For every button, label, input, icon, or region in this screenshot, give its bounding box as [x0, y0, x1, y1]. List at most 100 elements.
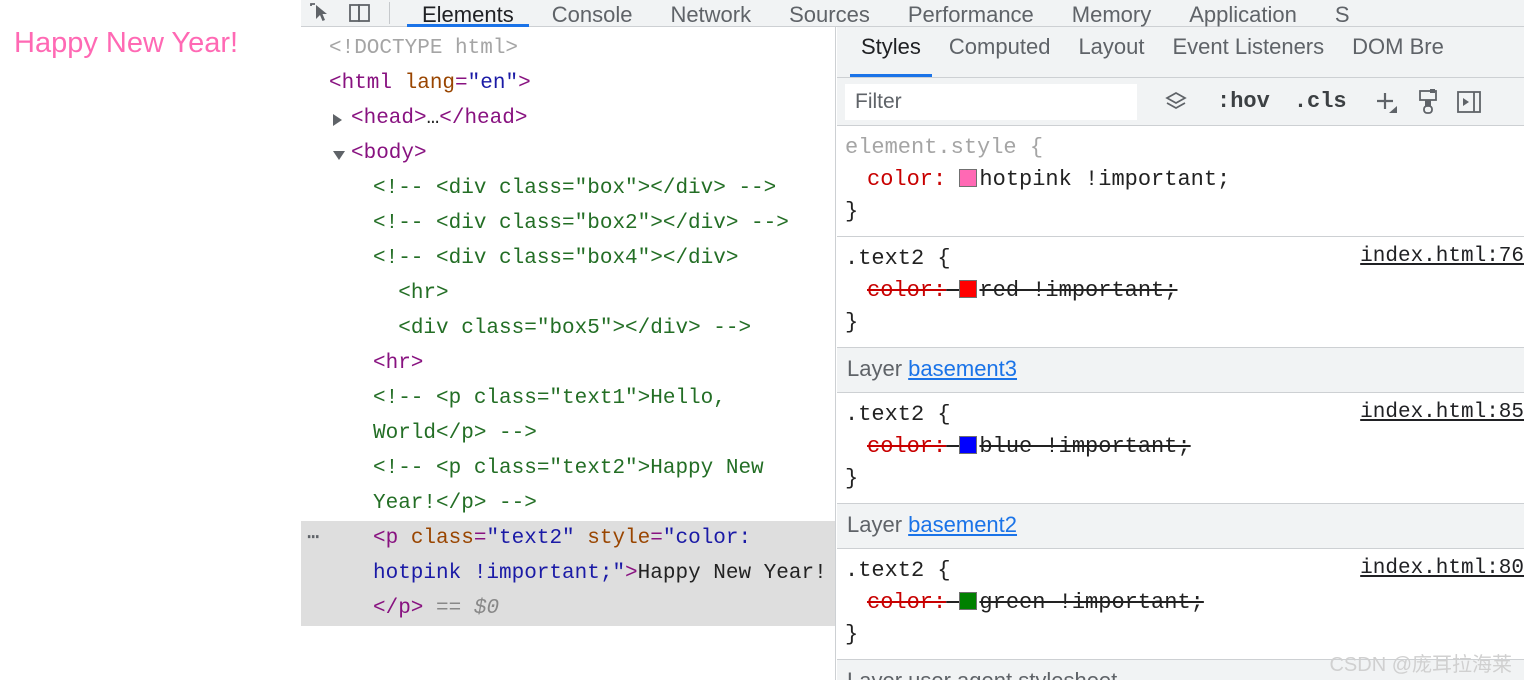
tab-sources[interactable]: Sources	[770, 0, 889, 27]
css-property-name: color:	[867, 590, 947, 615]
css-layer-row: Layer basement2	[837, 504, 1524, 549]
node-ellipsis-badge[interactable]: ⋯	[307, 521, 320, 556]
css-space	[946, 167, 959, 192]
layer-label: Layer user agent stylesheet	[847, 668, 1117, 680]
styles-pane: Styles Computed Layout Event Listeners D…	[837, 27, 1524, 680]
paintbrush-icon[interactable]	[1415, 84, 1441, 120]
tab-performance[interactable]: Performance	[889, 0, 1053, 27]
dom-node-selected[interactable]: ⋯ <p class="text2" style="color: hotpink …	[301, 521, 835, 626]
dom-node[interactable]: <!-- <p class="text2">Happy New Year!</p…	[301, 451, 835, 521]
css-rule-close-brace: }	[845, 622, 859, 647]
tab-layout[interactable]: Layout	[1064, 27, 1158, 77]
layer-label: Layer	[847, 512, 909, 537]
css-selector[interactable]: element.style {	[837, 132, 1524, 164]
tab-network[interactable]: Network	[651, 0, 770, 27]
dom-node[interactable]: <body>	[301, 136, 835, 171]
color-swatch[interactable]	[959, 592, 978, 610]
css-declaration[interactable]: color: hotpink !important;	[837, 164, 1524, 196]
styles-pane-tabs: Styles Computed Layout Event Listeners D…	[837, 27, 1524, 78]
dom-tree-list: <!DOCTYPE html> <html lang="en"> <head>…</…	[301, 27, 835, 626]
css-space	[946, 278, 959, 303]
dom-node[interactable]: <head>…</head>	[301, 101, 835, 136]
tab-computed[interactable]: Computed	[935, 27, 1065, 77]
css-property-name: color:	[867, 278, 947, 303]
devtools-screenshot: Happy New Year! Elements Console Network…	[0, 0, 1524, 680]
dom-node[interactable]: <!-- <p class="text1">Hello, World</p> -…	[301, 381, 835, 451]
dom-token-val: "text2"	[486, 527, 575, 550]
dom-token-tag: <p	[373, 527, 411, 550]
layer-link[interactable]: basement3	[908, 356, 1017, 381]
css-space	[946, 434, 959, 459]
dom-token-doctype: <!DOCTYPE html>	[329, 37, 519, 60]
page-viewport: Happy New Year!	[0, 0, 301, 680]
inspect-element-icon[interactable]	[307, 1, 333, 25]
dom-tree-pane[interactable]: <!DOCTYPE html> <html lang="en"> <head>…</…	[301, 27, 836, 680]
css-property-name: color:	[867, 167, 947, 192]
css-property-name: color:	[867, 434, 947, 459]
tab-styles[interactable]: Styles	[847, 27, 935, 77]
dom-token-tag: <hr>	[373, 352, 424, 375]
layers-icon[interactable]	[1163, 84, 1189, 120]
dom-node[interactable]: <html lang="en">	[301, 66, 835, 101]
css-property-value: green !important;	[979, 590, 1204, 615]
dom-token-tag: =	[650, 527, 663, 550]
devtools-panel: Elements Console Network Sources Perform…	[301, 0, 1524, 680]
page-heading-text: Happy New Year!	[14, 27, 239, 59]
tab-dom-breakpoints[interactable]: DOM Bre	[1338, 27, 1458, 77]
dom-token-tag: >	[625, 562, 638, 585]
css-origin-link[interactable]: index.html:85	[1360, 401, 1524, 424]
new-style-rule-button[interactable]	[1371, 84, 1401, 120]
dom-token-tag: <body>	[351, 142, 427, 165]
css-property-value: blue !important;	[979, 434, 1191, 459]
chevron-down-icon[interactable]	[333, 151, 345, 160]
tab-memory[interactable]: Memory	[1053, 0, 1170, 27]
color-swatch[interactable]	[959, 169, 978, 187]
css-declaration[interactable]: color: red !important;	[837, 275, 1524, 307]
dom-token-comment: <!-- <div class="box2"></div> -->	[373, 212, 789, 235]
tab-console[interactable]: Console	[533, 0, 652, 27]
css-origin-link[interactable]: index.html:76	[1360, 245, 1524, 268]
dom-token-tag	[575, 527, 588, 550]
styles-toolbar: :hov .cls	[837, 78, 1524, 126]
dom-token-eq: ==	[423, 597, 474, 620]
dom-token-tag: </p>	[373, 597, 424, 620]
chevron-right-icon[interactable]	[333, 114, 342, 126]
dom-node[interactable]: <hr>	[301, 346, 835, 381]
css-rule-block: .text2 {index.html:80 color: green !impor…	[837, 549, 1524, 660]
color-swatch[interactable]	[959, 436, 978, 454]
css-layer-row: Layer basement3	[837, 348, 1524, 393]
dom-token-text: …	[426, 107, 440, 130]
dom-node[interactable]: <!-- <div class="box"></div> -->	[301, 171, 835, 206]
dom-token-comment: <!-- <div class="box"></div> -->	[373, 177, 777, 200]
devtools-top-bar: Elements Console Network Sources Perform…	[301, 0, 1524, 27]
dom-token-tag: >	[518, 72, 531, 95]
dom-token-text: Happy New Year!	[637, 562, 827, 585]
tab-security[interactable]: S	[1316, 0, 1369, 27]
css-declaration[interactable]: color: blue !important;	[837, 431, 1524, 463]
dom-token-tag: </head>	[439, 107, 528, 130]
css-rules-list: element.style {color: hotpink !important…	[837, 126, 1524, 680]
css-rule-close-brace: }	[845, 466, 859, 491]
dom-token-attr: class	[410, 527, 474, 550]
dom-token-dollar: $0	[473, 597, 500, 620]
cls-button[interactable]: .cls	[1286, 89, 1355, 114]
color-swatch[interactable]	[959, 280, 978, 298]
device-toolbar-icon[interactable]	[347, 1, 373, 25]
layer-link[interactable]: basement2	[908, 512, 1017, 537]
css-declaration[interactable]: color: green !important;	[837, 587, 1524, 619]
css-layer-row: Layer user agent stylesheet	[837, 660, 1524, 680]
tab-elements[interactable]: Elements	[403, 0, 533, 27]
tab-event-listeners[interactable]: Event Listeners	[1159, 27, 1339, 77]
css-origin-link[interactable]: index.html:80	[1360, 557, 1524, 580]
dom-node[interactable]: <!-- <div class="box2"></div> -->	[301, 206, 835, 241]
dom-node[interactable]: <!-- <div class="box4"></div> <hr> <div …	[301, 241, 835, 346]
dom-token-comment: <!-- <div class="box4"></div> <hr> <div …	[373, 247, 752, 340]
toggle-sidebar-icon[interactable]	[1455, 84, 1483, 120]
styles-filter-input[interactable]	[845, 83, 1137, 120]
tab-application[interactable]: Application	[1170, 0, 1316, 27]
dom-token-comment: <!-- <p class="text1">Hello, World</p> -…	[373, 387, 739, 445]
dom-node[interactable]: <!DOCTYPE html>	[301, 31, 835, 66]
hov-button[interactable]: :hov	[1209, 89, 1278, 114]
css-rule-close-brace: }	[845, 310, 859, 335]
css-space	[946, 590, 959, 615]
